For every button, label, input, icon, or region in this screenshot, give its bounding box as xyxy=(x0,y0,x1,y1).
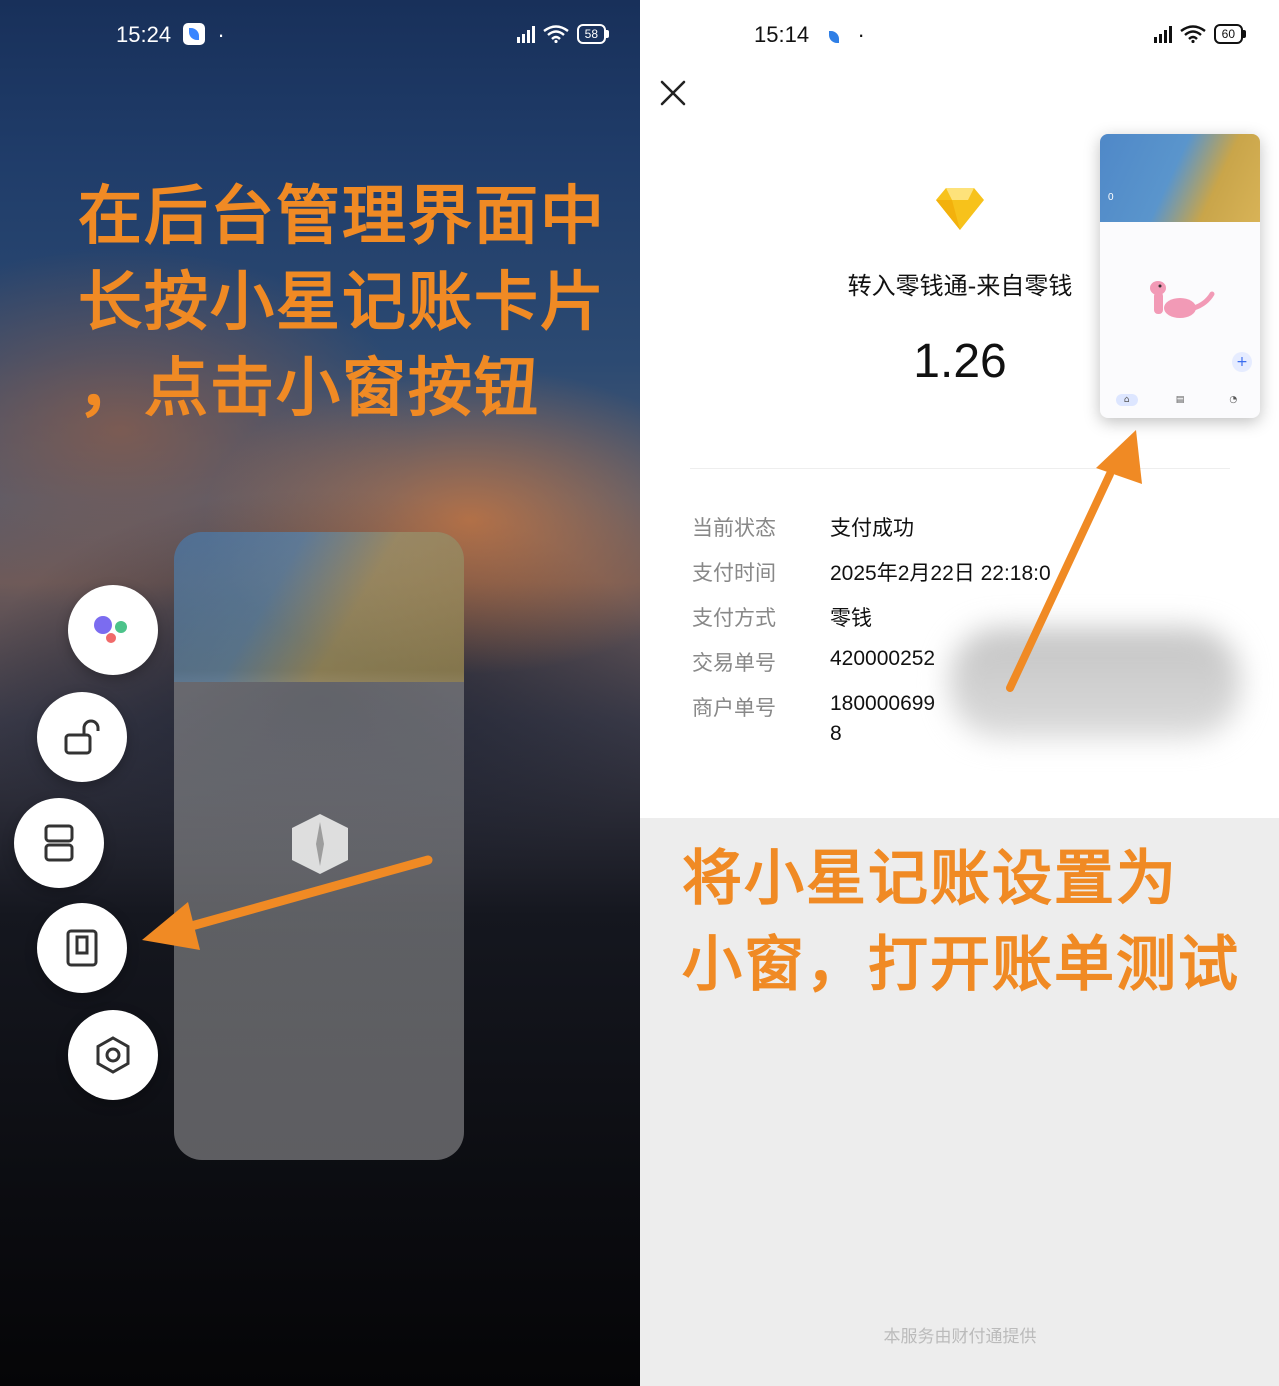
detail-row-time: 支付时间 2025年2月22日 22:18:0 xyxy=(692,557,1252,602)
split-screen-button[interactable] xyxy=(14,798,104,888)
left-screenshot: 15:24 · 58 在后台管理界面中 长按小星记账卡片 ，点击小窗按钮 xyxy=(0,0,640,1386)
battery-indicator: 60 xyxy=(1213,24,1247,44)
status-bar-left: 15:24 · xyxy=(116,22,225,48)
battery-indicator: 58 xyxy=(576,24,610,44)
signal-icon xyxy=(1153,25,1172,43)
detail-value[interactable]: 420000252 xyxy=(830,647,935,671)
detail-value: 支付成功 xyxy=(830,517,914,540)
wifi-icon xyxy=(542,25,569,43)
status-bar-indicators: 60 xyxy=(1153,24,1247,44)
split-screen-icon xyxy=(44,824,74,862)
app-notification-icon xyxy=(183,23,206,45)
status-time: 15:14 xyxy=(754,22,810,47)
instruction-line: 小窗，打开账单测试 xyxy=(682,930,1240,1000)
left-instruction-text: 在后台管理界面中 长按小星记账卡片 ，点击小窗按钮 xyxy=(78,174,618,432)
app-notification-icon xyxy=(829,31,840,43)
status-dot: · xyxy=(845,22,865,47)
instruction-line: 将小星记账设置为 xyxy=(682,844,1178,914)
right-screenshot: 15:14 · 60 转入零钱通-来自零钱 1.26 当前状态 支付成功 支付时… xyxy=(640,0,1279,1386)
bill-icon[interactable]: ▤ xyxy=(1169,394,1191,406)
status-bar-indicators: 58 xyxy=(516,24,610,44)
detail-label: 支付时间 xyxy=(692,561,776,585)
instruction-line: ，点击小窗按钮 xyxy=(78,352,540,426)
detail-value[interactable]: 180000699 xyxy=(830,692,935,716)
detail-value: 2025年2月22日 22:18:0 xyxy=(830,562,1051,585)
mini-window-header xyxy=(1100,134,1260,222)
instruction-line: 在后台管理界面中 xyxy=(78,180,606,254)
mini-window-nav: ⌂ ▤ ◔ xyxy=(1100,394,1260,406)
service-provider-footer: 本服务由财付通提供 xyxy=(883,1327,1037,1347)
detail-row-status: 当前状态 支付成功 xyxy=(692,512,1252,557)
unlock-button[interactable] xyxy=(37,692,127,782)
small-window-button[interactable] xyxy=(37,903,127,993)
unlock-icon xyxy=(64,719,100,755)
status-time: 15:24 xyxy=(116,22,172,47)
detail-value: 零钱 xyxy=(830,607,872,630)
status-dot: · xyxy=(211,22,225,47)
signal-icon xyxy=(516,25,535,43)
close-icon[interactable] xyxy=(658,78,688,108)
dinosaur-illustration-icon xyxy=(1150,281,1215,318)
settings-button[interactable] xyxy=(68,1010,158,1100)
home-icon[interactable]: ⌂ xyxy=(1115,394,1138,406)
settings-icon xyxy=(96,1036,130,1074)
small-window-icon xyxy=(66,929,98,967)
detail-value-continued: 8 xyxy=(830,722,842,745)
mini-window-amount: 0 xyxy=(1108,192,1114,203)
right-instruction-text: 将小星记账设置为 小窗，打开账单测试 xyxy=(682,836,1279,1008)
app-card-header xyxy=(174,532,464,682)
status-bar-left: 15:14 · xyxy=(754,22,865,48)
floating-small-window[interactable]: 0 + ⌂ ▤ ◔ xyxy=(1100,134,1260,418)
detail-label: 交易单号 xyxy=(692,651,776,675)
instruction-line: 长按小星记账卡片 xyxy=(78,266,606,340)
add-icon[interactable]: + xyxy=(1232,352,1252,372)
app-card-preview[interactable] xyxy=(174,532,464,1160)
wifi-icon xyxy=(1179,25,1206,43)
assistant-button[interactable] xyxy=(68,585,158,675)
detail-label: 当前状态 xyxy=(692,516,776,540)
redacted-blur xyxy=(950,628,1240,738)
app-logo-icon xyxy=(292,814,348,874)
detail-label: 商户单号 xyxy=(692,696,776,720)
diamond-icon xyxy=(936,188,984,230)
assistant-icon xyxy=(94,616,127,643)
detail-label: 支付方式 xyxy=(692,606,776,630)
stats-icon[interactable]: ◔ xyxy=(1222,394,1244,406)
divider xyxy=(690,468,1230,469)
